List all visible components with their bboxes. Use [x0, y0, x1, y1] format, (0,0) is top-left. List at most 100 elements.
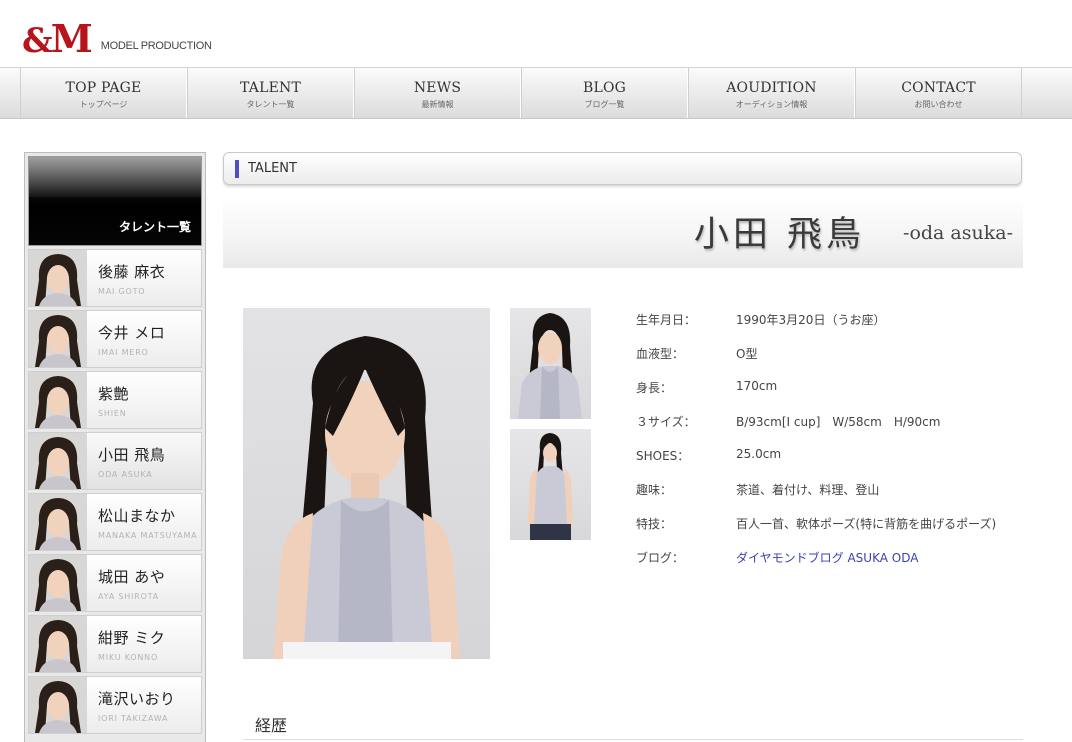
nav-item-talent[interactable]: TALENT タレント一覧 [187, 68, 354, 118]
profile-key: 血液型： [636, 347, 685, 361]
profile-value: B/93cm[I cup] W/58cm H/90cm [736, 415, 941, 429]
profile-row: 趣味： 茶道、着付け、料理、登山 [636, 481, 996, 515]
sidebar-item-talent[interactable]: 紫艶 SHIEN [28, 371, 202, 429]
talent-name: 今井 メロ [98, 323, 166, 342]
sidebar-item-talent[interactable]: 紺野 ミク MIKU KONNO [28, 615, 202, 673]
profile-row: ブログ： ダイヤモンドブログ ASUKA ODA [636, 549, 996, 583]
talent-roman: MIKU KONNO [98, 652, 159, 662]
nav-sublabel: タレント一覧 [246, 100, 295, 109]
profile-key: SHOES： [636, 449, 690, 463]
career-heading: 経歴 [255, 716, 288, 735]
profile-value: 25.0cm [736, 447, 782, 461]
nav-label: CONTACT [901, 80, 976, 96]
talent-thumb-2[interactable] [510, 429, 591, 540]
talent-thumbnail [29, 433, 87, 489]
talent-name: 小田 飛鳥 [98, 445, 166, 464]
logo-mark: &M [22, 20, 93, 61]
profile-row: SHOES： 25.0cm [636, 447, 996, 481]
blog-link[interactable]: ダイヤモンドブログ ASUKA ODA [736, 549, 918, 583]
sidebar-item-talent[interactable]: 松山まなか MANAKA MATSUYAMA [28, 493, 202, 551]
nav-item-blog[interactable]: BLOG ブログ一覧 [521, 68, 688, 118]
sidebar-heading: タレント一覧 [28, 156, 202, 246]
talent-name: 城田 あや [98, 567, 166, 586]
talent-name: 紺野 ミク [98, 628, 166, 647]
profile-key: 身長： [636, 381, 673, 395]
nav-item-audition[interactable]: AOUDITION オーディション情報 [688, 68, 855, 118]
talent-name-band: 小田 飛鳥 -oda asuka- [223, 196, 1023, 268]
talent-name: 滝沢いおり [98, 689, 176, 708]
talent-sidebar: タレント一覧 後藤 麻衣 MAI GOTO 今井 メロ IMAI MERO 紫艶 SHIE… [24, 152, 206, 742]
talent-name: 小田 飛鳥 [693, 215, 865, 255]
talent-text: 紺野 ミク MIKU KONNO [98, 627, 165, 662]
section-accent [235, 160, 239, 178]
talent-name-roman: -oda asuka- [903, 222, 1013, 244]
talent-thumbnail [29, 494, 87, 550]
nav-item-news[interactable]: NEWS 最新情報 [354, 68, 521, 118]
nav-label: AOUDITION [726, 80, 817, 96]
profile-key: ３サイズ： [636, 415, 696, 429]
talent-thumbnail [29, 311, 87, 367]
fullbody-thumb-illustration [528, 433, 573, 540]
profile-value: 茶道、着付け、料理、登山 [736, 483, 880, 497]
talent-text: 紫艶 SHIEN [98, 383, 129, 418]
talent-thumb-1[interactable] [510, 308, 591, 419]
sidebar-item-talent[interactable]: 滝沢いおり IORI TAKIZAWA [28, 676, 202, 734]
profile-value: 1990年3月20日（うお座） [736, 313, 886, 327]
talent-name: 松山まなか [98, 506, 176, 525]
sidebar-item-talent[interactable]: 小田 飛鳥 ODA ASUKA [28, 432, 202, 490]
profile-value: 170cm [736, 379, 778, 393]
talent-thumbnail [29, 677, 87, 733]
portrait-thumb-illustration [518, 313, 582, 419]
profile-row: ３サイズ： B/93cm[I cup] W/58cm H/90cm [636, 413, 996, 447]
talent-name: 紫艶 [98, 384, 130, 403]
profile-key: ブログ： [636, 551, 685, 565]
talent-roman: MANAKA MATSUYAMA [98, 530, 198, 540]
talent-list: 後藤 麻衣 MAI GOTO 今井 メロ IMAI MERO 紫艶 SHIEN 小田 飛鳥 O… [28, 249, 202, 734]
talent-thumbnail [29, 372, 87, 428]
talent-text: 城田 あや AYA SHIROTA [98, 566, 165, 601]
nav-item-contact[interactable]: CONTACT お問い合わせ [855, 68, 1022, 118]
talent-roman: MAI GOTO [98, 286, 146, 296]
talent-thumbnail [29, 555, 87, 611]
talent-roman: AYA SHIROTA [98, 591, 159, 601]
logo-subtitle: MODEL PRODUCTION [100, 40, 212, 52]
nav-label: TOP PAGE [65, 80, 142, 96]
profile-value: O型 [736, 347, 758, 361]
section-title-bar: TALENT [223, 152, 1022, 185]
talent-roman: IORI TAKIZAWA [98, 713, 169, 723]
talent-thumbnail [29, 250, 87, 306]
global-nav: TOP PAGE トップページ TALENT タレント一覧 NEWS 最新情報 BLO… [0, 67, 1072, 119]
nav-sublabel: トップページ [79, 100, 128, 109]
logo-m: M [50, 16, 93, 61]
talent-roman: ODA ASUKA [98, 469, 153, 479]
nav-sublabel: ブログ一覧 [584, 100, 625, 109]
sidebar-item-talent[interactable]: 今井 メロ IMAI MERO [28, 310, 202, 368]
sidebar-item-talent[interactable]: 後藤 麻衣 MAI GOTO [28, 249, 202, 307]
profile-row: 特技： 百人一首、軟体ポーズ(特に背筋を曲げるポーズ) [636, 515, 996, 549]
nav-item-top-page[interactable]: TOP PAGE トップページ [20, 68, 187, 118]
logo-amp: & [22, 21, 53, 61]
profile-value: 百人一首、軟体ポーズ(特に背筋を曲げるポーズ) [736, 517, 997, 531]
talent-text: 滝沢いおり IORI TAKIZAWA [98, 688, 176, 723]
profile-key: 趣味： [636, 483, 673, 497]
nav-sublabel: オーディション情報 [735, 100, 808, 109]
divider [243, 739, 1023, 740]
talent-main-photo [243, 308, 490, 659]
nav-label: TALENT [240, 80, 301, 96]
site-logo[interactable]: &M MODEL PRODUCTION [22, 10, 212, 61]
sidebar-item-talent[interactable]: 城田 あや AYA SHIROTA [28, 554, 202, 612]
profile-row: 生年月日： 1990年3月20日（うお座） [636, 311, 996, 345]
profile-key: 特技： [636, 517, 673, 531]
talent-text: 松山まなか MANAKA MATSUYAMA [98, 505, 197, 540]
nav-label: BLOG [582, 80, 627, 96]
sidebar-heading-label: タレント一覧 [118, 220, 191, 234]
talent-profile: 生年月日： 1990年3月20日（うお座） 血液型： O型身長： 170cm ３サイズ： B… [636, 311, 996, 583]
talent-roman: IMAI MERO [98, 347, 149, 357]
section-title: TALENT [248, 161, 297, 176]
profile-row: 身長： 170cm [636, 379, 996, 413]
talent-text: 小田 飛鳥 ODA ASUKA [98, 444, 165, 479]
talent-thumbnail [29, 616, 87, 672]
portrait-illustration [273, 336, 460, 659]
nav-sublabel: 最新情報 [421, 100, 454, 109]
nav-label: NEWS [413, 80, 462, 96]
